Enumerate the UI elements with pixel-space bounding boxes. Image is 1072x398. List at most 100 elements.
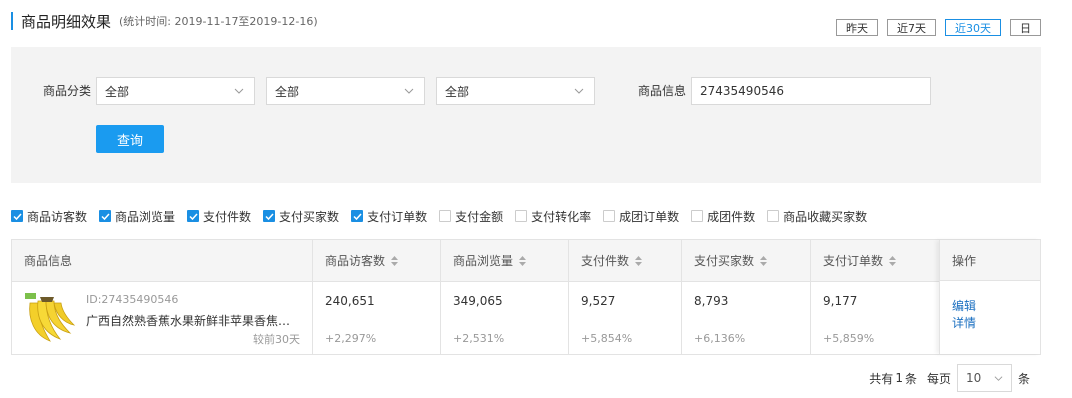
checkbox-unchecked-icon — [439, 210, 452, 222]
title-accent-bar — [11, 12, 13, 30]
column-header-product-info: 商品信息 — [12, 240, 312, 281]
metric-change: +6,136% — [694, 332, 746, 345]
metric-label: 支付金额 — [455, 209, 504, 224]
metric-label: 商品访客数 — [27, 209, 88, 224]
metric-change: +2,531% — [453, 332, 505, 345]
category-select-value: 全部 — [105, 84, 130, 99]
total-count: 1 — [895, 371, 903, 385]
metric-label: 商品浏览量 — [115, 209, 176, 224]
table-header: 商品信息 商品访客数 商品浏览量 支付件数 支付买家数 支付订单数 — [12, 240, 1040, 282]
range-day-button[interactable]: 日 — [1010, 19, 1041, 36]
category-select-level1[interactable]: 全部 — [96, 77, 255, 105]
product-detail-table: 商品信息 商品访客数 商品浏览量 支付件数 支付买家数 支付订单数 ID:274… — [11, 239, 1041, 355]
metric-paid-items-checkbox[interactable]: 支付件数 — [187, 208, 251, 225]
category-select-value: 全部 — [445, 84, 470, 99]
actions-column: 操作 编辑 详情 — [939, 240, 1040, 354]
metric-label: 支付转化率 — [531, 209, 592, 224]
metric-change: +5,859% — [823, 332, 875, 345]
sort-icon — [889, 255, 897, 266]
column-label: 支付订单数 — [823, 254, 884, 268]
range-30days-button[interactable]: 近30天 — [945, 19, 1001, 36]
pagination: 共有 1 条 每页 10 条 — [869, 364, 1030, 392]
metric-paid-orders-checkbox[interactable]: 支付订单数 — [351, 208, 427, 225]
checkbox-checked-icon — [99, 210, 112, 222]
compare-period-label: 较前30天 — [253, 333, 300, 346]
metric-label: 支付买家数 — [279, 209, 340, 224]
chevron-down-icon — [404, 88, 414, 94]
pageviews-cell: 349,065 +2,531% — [440, 282, 568, 354]
checkbox-checked-icon — [263, 210, 276, 222]
range-yesterday-button[interactable]: 昨天 — [836, 19, 878, 36]
chevron-down-icon — [994, 376, 1003, 381]
page-title: 商品明细效果 — [21, 12, 112, 31]
metric-paid-buyers-checkbox[interactable]: 支付买家数 — [263, 208, 339, 225]
column-header-visitors[interactable]: 商品访客数 — [312, 240, 440, 281]
metric-favorite-buyers-checkbox[interactable]: 商品收藏买家数 — [767, 208, 867, 225]
column-label: 商品访客数 — [325, 254, 386, 268]
product-info-input[interactable] — [691, 77, 931, 105]
table-body: ID:27435490546 广西自然熟香蕉水果新鲜非苹果香焦小米蕉 较前30天… — [12, 282, 1040, 354]
range-7days-button[interactable]: 近7天 — [887, 19, 936, 36]
category-select-level3[interactable]: 全部 — [436, 77, 595, 105]
checkbox-checked-icon — [11, 210, 23, 222]
column-header-paid-buyers[interactable]: 支付买家数 — [681, 240, 810, 281]
visitors-cell: 240,651 +2,297% — [312, 282, 440, 354]
column-label: 支付买家数 — [694, 254, 755, 268]
metric-label: 商品收藏买家数 — [783, 209, 868, 224]
page-size-value: 10 — [965, 371, 982, 385]
page-size-suffix: 条 — [1017, 371, 1030, 386]
edit-link[interactable]: 编辑 — [952, 298, 1040, 315]
column-label: 操作 — [952, 253, 977, 268]
sort-icon — [635, 255, 643, 266]
metric-group-orders-checkbox[interactable]: 成团订单数 — [603, 208, 679, 225]
date-range-buttons: 昨天 近7天 近30天 日 — [836, 19, 1041, 36]
page-size-select[interactable]: 10 — [956, 364, 1012, 392]
metric-value: 349,065 — [453, 294, 503, 308]
product-name[interactable]: 广西自然熟香蕉水果新鲜非苹果香焦小米蕉 — [86, 312, 301, 329]
column-header-paid-items[interactable]: 支付件数 — [568, 240, 681, 281]
checkbox-unchecked-icon — [603, 210, 616, 222]
category-select-level2[interactable]: 全部 — [266, 77, 425, 105]
stat-period: (统计时间: 2019-11-17至2019-12-16) — [119, 15, 318, 28]
paid-items-cell: 9,527 +5,854% — [568, 282, 681, 354]
paid-buyers-cell: 8,793 +6,136% — [681, 282, 810, 354]
metric-change: +5,854% — [581, 332, 633, 345]
section-header: 商品明细效果 (统计时间: 2019-11-17至2019-12-16) — [11, 11, 318, 31]
filter-panel: 商品分类 全部 全部 全部 商品信息 查询 — [11, 47, 1041, 183]
metric-conversion-checkbox[interactable]: 支付转化率 — [515, 208, 591, 225]
checkbox-unchecked-icon — [691, 210, 704, 222]
metric-value: 8,793 — [694, 294, 729, 308]
metric-label: 成团件数 — [707, 209, 756, 224]
sort-icon — [519, 255, 527, 266]
actions-cell: 编辑 详情 — [940, 281, 1040, 332]
metric-label: 支付订单数 — [367, 209, 428, 224]
metric-label: 支付件数 — [203, 209, 252, 224]
metric-selector: 商品访客数 商品浏览量 支付件数 支付买家数 支付订单数 支付金额 支付转化率 … — [11, 208, 879, 224]
paid-orders-cell: 9,177 +5,859% — [810, 282, 939, 354]
checkbox-unchecked-icon — [767, 210, 780, 222]
checkbox-checked-icon — [351, 210, 364, 222]
query-button[interactable]: 查询 — [96, 125, 164, 153]
sort-icon — [760, 255, 768, 266]
per-page-label: 每页 — [926, 371, 951, 386]
column-header-pageviews[interactable]: 商品浏览量 — [440, 240, 568, 281]
product-info-cell: ID:27435490546 广西自然熟香蕉水果新鲜非苹果香焦小米蕉 较前30天 — [12, 282, 312, 354]
metric-group-items-checkbox[interactable]: 成团件数 — [691, 208, 755, 225]
product-id: ID:27435490546 — [86, 293, 179, 306]
metric-pageviews-checkbox[interactable]: 商品浏览量 — [99, 208, 175, 225]
column-header-actions: 操作 — [940, 240, 1040, 281]
product-thumbnail[interactable] — [24, 291, 76, 343]
sort-icon — [391, 255, 399, 266]
checkbox-unchecked-icon — [515, 210, 528, 222]
column-label: 商品浏览量 — [453, 254, 514, 268]
category-select-value: 全部 — [275, 84, 300, 99]
metric-visitors-checkbox[interactable]: 商品访客数 — [11, 208, 87, 225]
checkbox-checked-icon — [187, 210, 200, 222]
product-info-label: 商品信息 — [638, 84, 687, 98]
total-prefix: 共有 — [869, 371, 894, 386]
category-label: 商品分类 — [43, 84, 92, 98]
metric-paid-amount-checkbox[interactable]: 支付金额 — [439, 208, 503, 225]
details-link[interactable]: 详情 — [952, 315, 1040, 332]
metric-change: +2,297% — [325, 332, 377, 345]
column-header-paid-orders[interactable]: 支付订单数 — [810, 240, 939, 281]
